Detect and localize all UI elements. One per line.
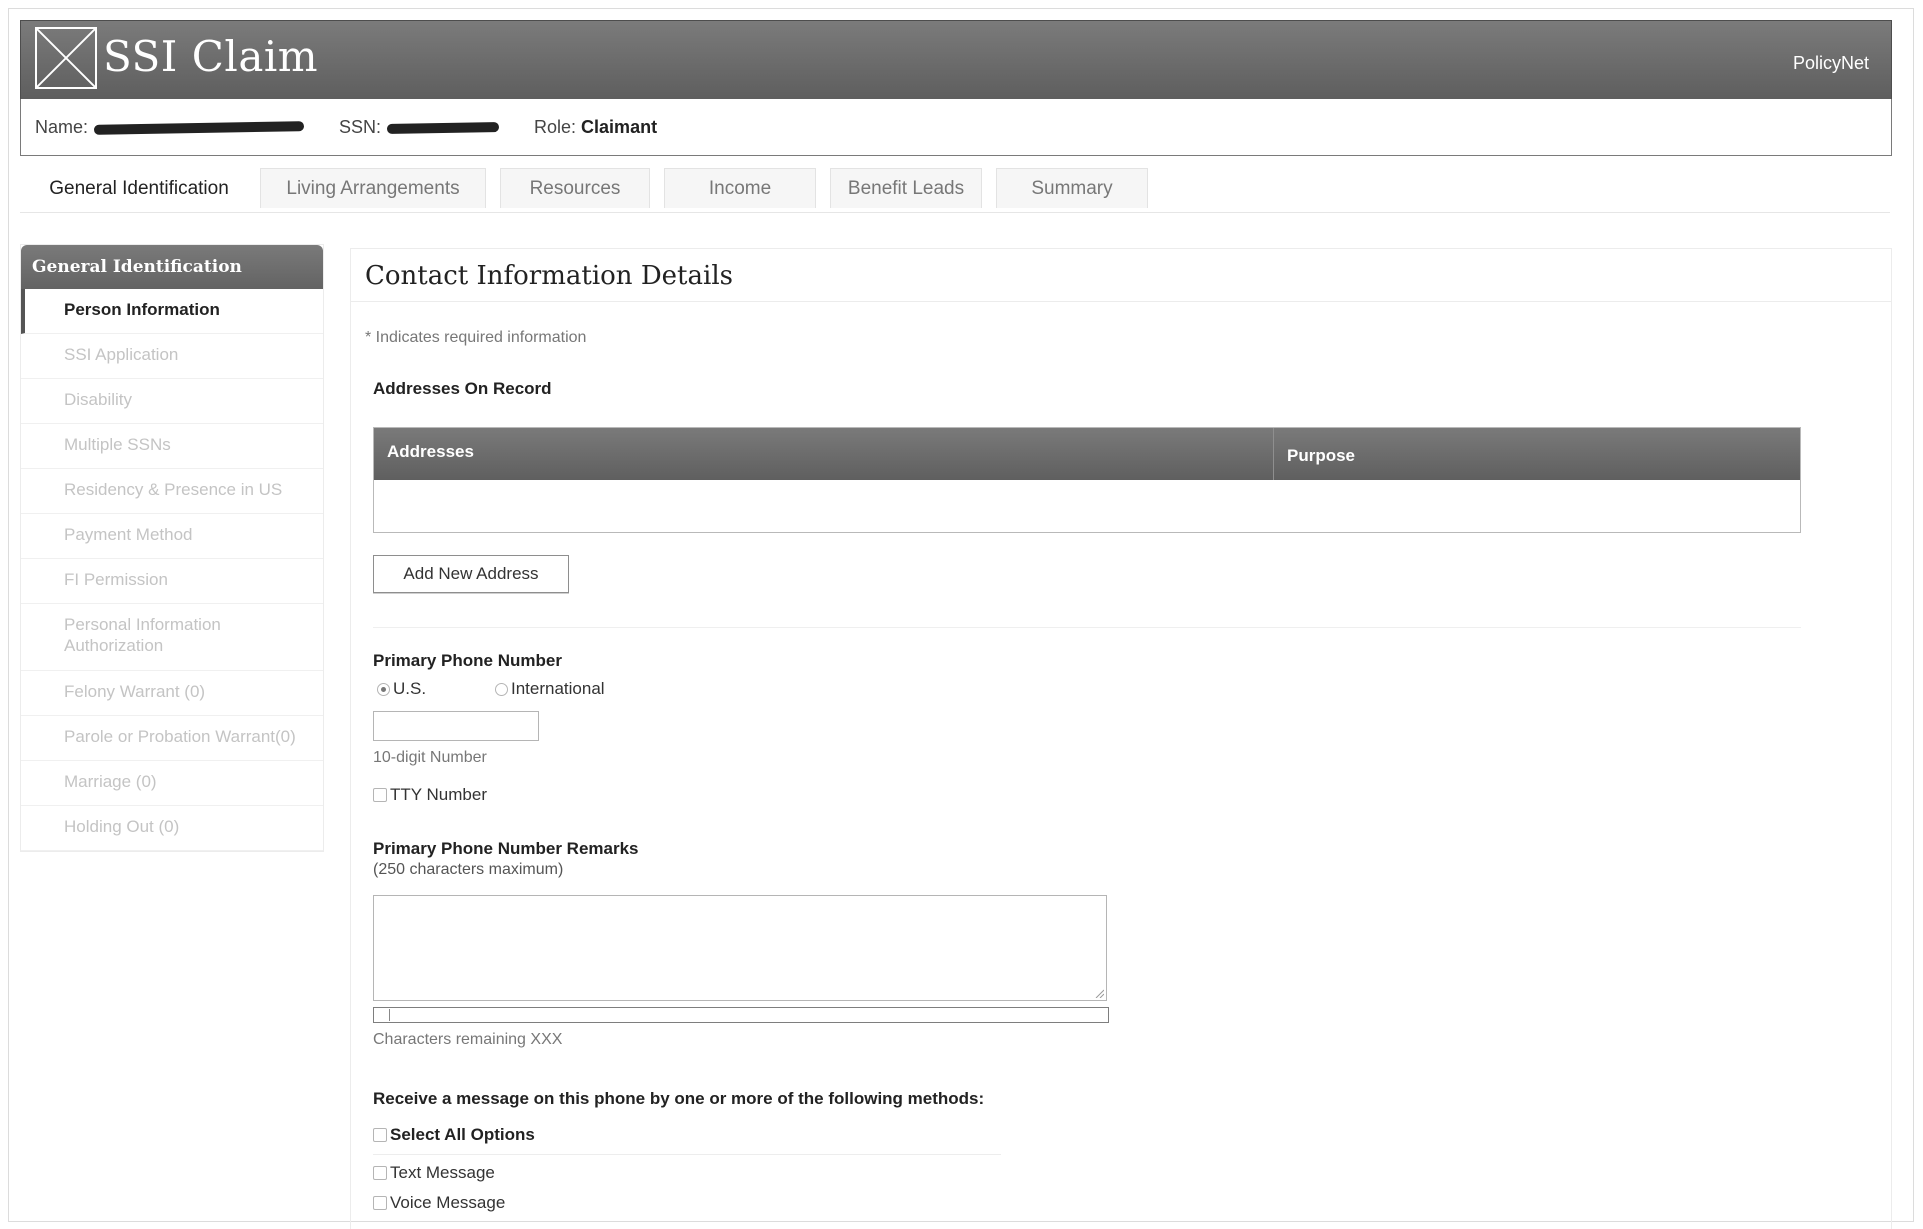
contact-information-panel: Contact Information Details * Indicates … xyxy=(350,248,1892,1229)
character-count-fill xyxy=(375,1009,390,1021)
claimant-ssn: SSN: xyxy=(339,117,500,138)
name-label: Name: xyxy=(35,117,89,137)
redacted-ssn xyxy=(386,122,500,135)
addresses-heading: Addresses On Record xyxy=(373,379,552,398)
tab-general-identification[interactable]: General Identification xyxy=(34,168,244,208)
sidebar-item-payment-method[interactable]: Payment Method xyxy=(21,514,323,559)
primary-phone-heading: Primary Phone Number xyxy=(373,651,562,670)
claimant-info-bar: Name: SSN: Role: Claimant xyxy=(20,99,1892,156)
sidebar-item-ssi-application[interactable]: SSI Application xyxy=(21,334,323,379)
radio-international-option[interactable]: International xyxy=(495,679,605,699)
text-message-checkbox[interactable] xyxy=(373,1166,387,1180)
select-all-checkbox[interactable] xyxy=(373,1128,387,1142)
addresses-table: Addresses Purpose xyxy=(373,427,1801,533)
column-divider xyxy=(1273,428,1274,480)
page-title: Contact Information Details xyxy=(365,261,733,291)
tab-underline xyxy=(20,212,1890,213)
message-methods-heading: Receive a message on this phone by one o… xyxy=(373,1089,985,1108)
voice-message-label: Voice Message xyxy=(390,1193,506,1212)
policynet-link[interactable]: PolicyNet xyxy=(1793,53,1869,74)
select-all-divider xyxy=(373,1154,1001,1155)
tty-label: TTY Number xyxy=(390,785,487,804)
text-message-option[interactable]: Text Message xyxy=(373,1163,495,1183)
tab-summary[interactable]: Summary xyxy=(996,168,1148,208)
claimant-name: Name: xyxy=(35,117,305,138)
remarks-subtext: (250 characters maximum) xyxy=(373,861,564,878)
sidebar-item-disability[interactable]: Disability xyxy=(21,379,323,424)
app-header: SSI Claim PolicyNet xyxy=(20,20,1892,100)
voice-message-option[interactable]: Voice Message xyxy=(373,1193,505,1213)
phone-hint: 10-digit Number xyxy=(373,749,487,766)
column-header-purpose: Purpose xyxy=(1287,446,1356,465)
tab-living-arrangements[interactable]: Living Arrangements xyxy=(260,168,486,208)
sidebar-item-felony-warrant[interactable]: Felony Warrant (0) xyxy=(21,671,323,716)
sidebar-item-multiple-ssns[interactable]: Multiple SSNs xyxy=(21,424,323,469)
sidebar-item-person-information[interactable]: Person Information xyxy=(21,289,323,334)
remarks-heading: Primary Phone Number Remarks xyxy=(373,839,639,858)
addresses-table-header: Addresses Purpose xyxy=(374,428,1800,480)
radio-international[interactable] xyxy=(495,682,508,696)
select-all-option[interactable]: Select All Options xyxy=(373,1125,535,1145)
app-title: SSI Claim xyxy=(103,32,319,81)
redacted-name xyxy=(93,121,305,136)
role-value: Claimant xyxy=(581,117,658,137)
text-message-label: Text Message xyxy=(390,1163,495,1182)
sidebar-header: General Identification xyxy=(21,245,323,289)
remarks-textarea[interactable] xyxy=(373,895,1107,1001)
radio-us[interactable] xyxy=(377,682,390,696)
role-label: Role: xyxy=(534,117,577,137)
phone-number-input[interactable] xyxy=(373,711,539,741)
sidebar-item-marriage[interactable]: Marriage (0) xyxy=(21,761,323,806)
characters-remaining: Characters remaining XXX xyxy=(373,1031,563,1048)
tab-benefit-leads[interactable]: Benefit Leads xyxy=(830,168,982,208)
tab-income[interactable]: Income xyxy=(664,168,816,208)
ssn-label: SSN: xyxy=(339,117,382,137)
radio-us-label: U.S. xyxy=(393,679,427,698)
select-all-label: Select All Options xyxy=(390,1125,535,1144)
claimant-role: Role: Claimant xyxy=(534,117,657,138)
title-divider xyxy=(351,301,1891,302)
sidebar-item-parole-probation-warrant[interactable]: Parole or Probation Warrant(0) xyxy=(21,716,323,761)
sidebar-item-holding-out[interactable]: Holding Out (0) xyxy=(21,806,323,851)
sidebar-item-residency[interactable]: Residency & Presence in US xyxy=(21,469,323,514)
resize-grip-icon[interactable] xyxy=(1094,988,1104,998)
sidebar: General Identification Person Informatio… xyxy=(20,244,324,852)
tty-checkbox[interactable] xyxy=(373,788,387,802)
required-note: * Indicates required information xyxy=(365,329,587,346)
add-new-address-button[interactable]: Add New Address xyxy=(373,555,569,593)
sidebar-item-personal-information-authorization[interactable]: Personal Information Authorization xyxy=(21,604,323,671)
sidebar-item-fi-permission[interactable]: FI Permission xyxy=(21,559,323,604)
column-header-addresses: Addresses xyxy=(387,442,474,461)
radio-international-label: International xyxy=(511,679,605,698)
logo-placeholder-icon xyxy=(35,27,97,89)
tty-option[interactable]: TTY Number xyxy=(373,785,487,805)
voice-message-checkbox[interactable] xyxy=(373,1196,387,1210)
character-count-bar xyxy=(373,1007,1109,1023)
radio-us-option[interactable]: U.S. xyxy=(377,679,426,699)
tab-resources[interactable]: Resources xyxy=(500,168,650,208)
section-divider xyxy=(373,627,1801,628)
